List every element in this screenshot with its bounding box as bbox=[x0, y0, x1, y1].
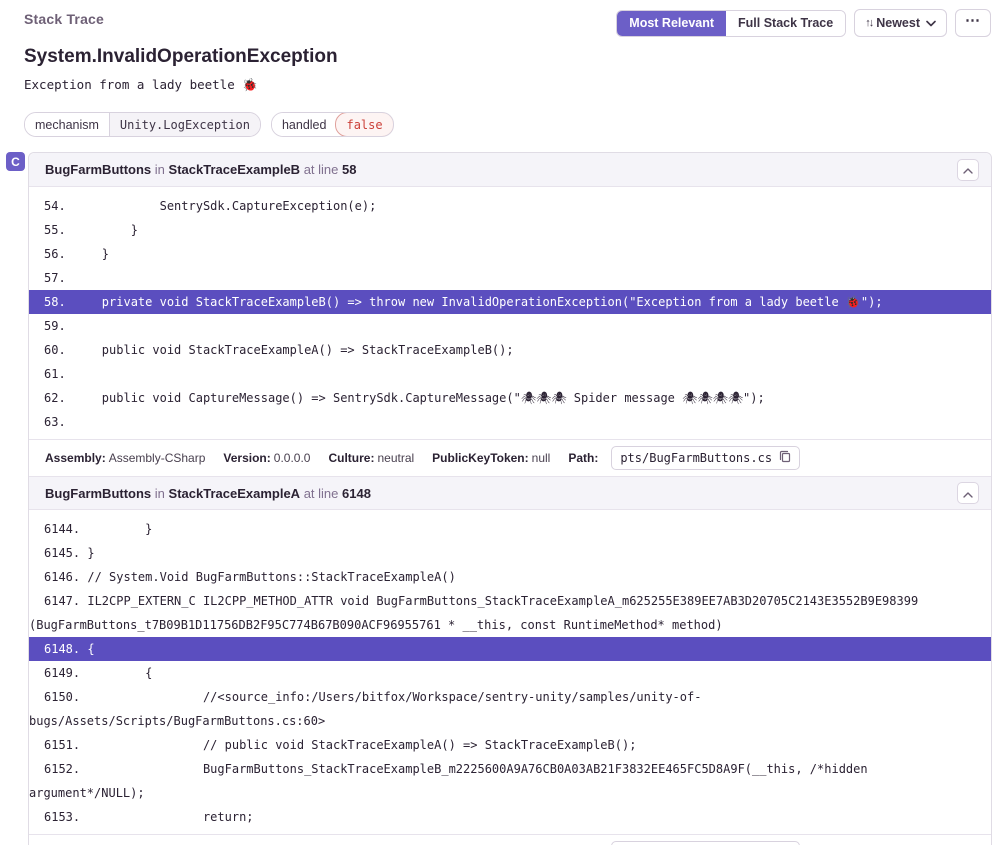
code-line: 56. } bbox=[29, 242, 991, 266]
assembly-path: pts/BugFarmButtons.cs bbox=[620, 451, 772, 465]
frame-header[interactable]: BugFarmButtons in StackTraceExampleA at … bbox=[29, 476, 991, 509]
sort-newest-button[interactable]: ↑↓ Newest bbox=[854, 9, 947, 37]
code-line-highlighted: 58. private void StackTraceExampleB() =>… bbox=[29, 290, 991, 314]
collapse-frame-button[interactable] bbox=[957, 482, 979, 504]
tags-row: mechanism Unity.LogException handled fal… bbox=[24, 112, 991, 137]
stack-trace-panel: BugFarmButtons in StackTraceExampleB at … bbox=[28, 152, 992, 845]
page-header: Stack Trace Most Relevant Full Stack Tra… bbox=[0, 0, 999, 137]
code-line: 6146. // System.Void BugFarmButtons::Sta… bbox=[29, 565, 991, 589]
assembly-path-box[interactable]: e/Assembly-CSharp.cpp bbox=[611, 841, 800, 845]
code-line: 57. bbox=[29, 266, 991, 290]
chevron-up-icon bbox=[963, 162, 973, 177]
code-line: 6149. { bbox=[29, 661, 991, 685]
handled-tag-value: false bbox=[335, 112, 393, 137]
code-line: 61. bbox=[29, 362, 991, 386]
frame-line-number: 58 bbox=[342, 162, 356, 177]
frame-title: BugFarmButtons in StackTraceExampleA at … bbox=[45, 486, 371, 501]
assembly-version: 0.0.0.0 bbox=[274, 451, 311, 465]
code-line: 63. bbox=[29, 410, 991, 434]
collapse-frame-button[interactable] bbox=[957, 159, 979, 181]
frame-header[interactable]: BugFarmButtons in StackTraceExampleB at … bbox=[29, 153, 991, 186]
stack-frame: BugFarmButtons in StackTraceExampleA at … bbox=[29, 476, 991, 845]
stack-frame: BugFarmButtons in StackTraceExampleB at … bbox=[29, 153, 991, 476]
assembly-culture: neutral bbox=[377, 451, 414, 465]
code-line: 55. } bbox=[29, 218, 991, 242]
full-stack-trace-button[interactable]: Full Stack Trace bbox=[726, 11, 845, 36]
code-line: 6145. } bbox=[29, 541, 991, 565]
exception-type-title: System.InvalidOperationException bbox=[24, 46, 991, 68]
code-line: 6147. IL2CPP_EXTERN_C IL2CPP_METHOD_ATTR… bbox=[29, 589, 991, 637]
sort-label: Newest bbox=[876, 16, 920, 30]
code-line: 6151. // public void StackTraceExampleA(… bbox=[29, 733, 991, 757]
copy-icon[interactable] bbox=[779, 450, 791, 466]
code-line: 6144. } bbox=[29, 517, 991, 541]
code-line-highlighted: 6148. { bbox=[29, 637, 991, 661]
stack-view-segmented-control: Most Relevant Full Stack Trace bbox=[616, 10, 846, 37]
assembly-info-row: Assembly:Assembly-CSharp Version:0.0.0.0… bbox=[29, 439, 991, 476]
code-line: 6153. return; bbox=[29, 805, 991, 829]
code-line: 6150. //<source_info:/Users/bitfox/Works… bbox=[29, 685, 991, 733]
frame-module: BugFarmButtons bbox=[45, 162, 151, 177]
assembly-info-row: Assembly:Assembly-CSharp Version:0.0.0.0… bbox=[29, 834, 991, 845]
csharp-icon: C bbox=[6, 152, 25, 171]
more-options-button[interactable]: ⋯ bbox=[955, 9, 991, 37]
section-title: Stack Trace bbox=[24, 9, 104, 27]
assembly-name: Assembly-CSharp bbox=[109, 451, 206, 465]
code-line: 59. bbox=[29, 314, 991, 338]
code-context: 6144. }6145. }6146. // System.Void BugFa… bbox=[29, 509, 991, 834]
code-line: 6152. BugFarmButtons_StackTraceExampleB_… bbox=[29, 757, 991, 805]
assembly-path-box[interactable]: pts/BugFarmButtons.cs bbox=[611, 446, 800, 470]
mechanism-tag-key: mechanism bbox=[25, 113, 109, 136]
handled-tag: handled false bbox=[271, 112, 394, 137]
code-line: 62. public void CaptureMessage() => Sent… bbox=[29, 386, 991, 410]
frame-function: StackTraceExampleA bbox=[169, 486, 301, 501]
chevron-up-icon bbox=[963, 486, 973, 501]
updown-arrows-icon: ↑↓ bbox=[865, 17, 872, 29]
code-context: 54. SentrySdk.CaptureException(e);55. }5… bbox=[29, 186, 991, 439]
toolbar: Most Relevant Full Stack Trace ↑↓ Newest… bbox=[616, 9, 991, 37]
exception-message: Exception from a lady beetle 🐞 bbox=[24, 77, 991, 93]
frame-module: BugFarmButtons bbox=[45, 486, 151, 501]
frame-title: BugFarmButtons in StackTraceExampleB at … bbox=[45, 162, 357, 177]
code-line: 60. public void StackTraceExampleA() => … bbox=[29, 338, 991, 362]
mechanism-tag-value: Unity.LogException bbox=[109, 113, 260, 136]
handled-tag-key: handled bbox=[272, 113, 337, 136]
code-line: 54. SentrySdk.CaptureException(e); bbox=[29, 194, 991, 218]
most-relevant-button[interactable]: Most Relevant bbox=[617, 11, 726, 36]
frame-line-number: 6148 bbox=[342, 486, 371, 501]
assembly-token: null bbox=[532, 451, 551, 465]
mechanism-tag: mechanism Unity.LogException bbox=[24, 112, 261, 137]
frame-function: StackTraceExampleB bbox=[169, 162, 301, 177]
chevron-down-icon bbox=[926, 16, 936, 30]
